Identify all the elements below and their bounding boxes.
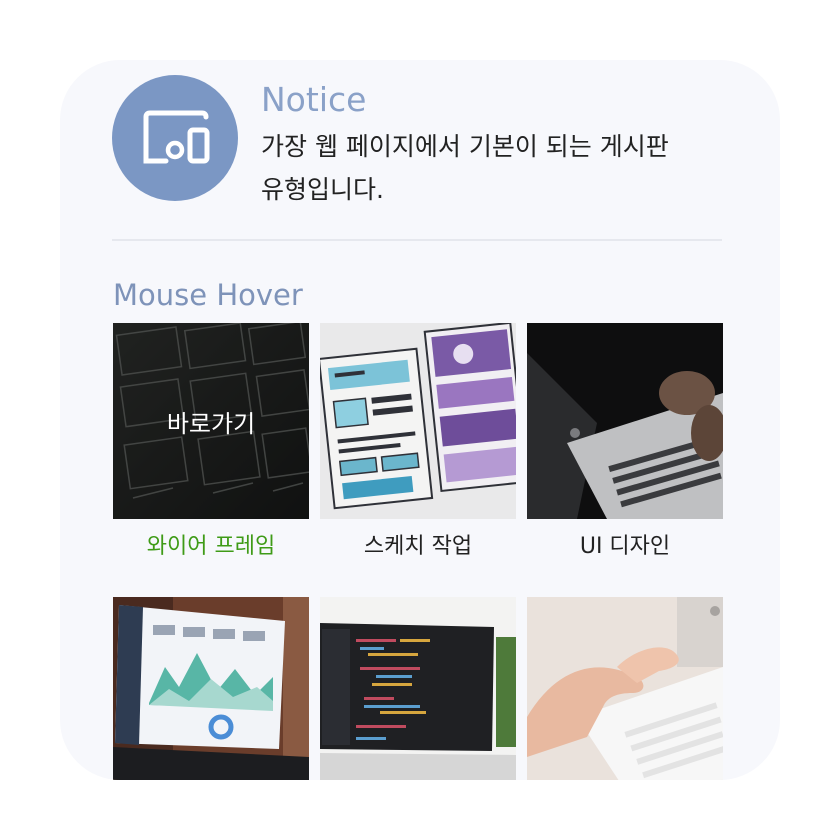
notice-description: 가장 웹 페이지에서 기본이 되는 게시판 유형입니다. [261,125,761,211]
wireframe-sketch-image: 바로가기 [113,323,309,519]
notice-icon-circle [112,75,238,201]
watercolor-sketch-image [320,323,516,519]
hover-overlay[interactable]: 바로가기 [113,323,309,519]
notice-description-line: 가장 웹 페이지에서 기본이 되는 게시판 [261,132,669,161]
tile-ui-design[interactable]: UI 디자인 [527,323,723,573]
tile-caption[interactable]: 스케치 작업 [320,532,516,562]
tile-caption[interactable]: 와이어 프레임 [113,532,309,562]
keyboard-typing-image [527,597,723,780]
devices-icon [143,110,210,164]
tile-dashboard[interactable] [113,597,309,780]
notice-description-line: 유형입니다. [261,175,384,204]
notice-card: Notice 가장 웹 페이지에서 기본이 되는 게시판 유형입니다. Mous… [60,60,780,780]
notice-title: Notice [261,80,367,119]
hover-link-label: 바로가기 [166,409,256,438]
tile-keyboard[interactable] [527,597,723,780]
tile-wireframe[interactable]: 바로가기 와이어 프레임 [113,323,309,573]
code-editor-laptop-image [320,597,516,780]
laptop-typing-image [527,323,723,519]
dashboard-laptop-image [113,597,309,780]
tile-caption[interactable]: UI 디자인 [527,532,723,562]
tile-code[interactable] [320,597,516,780]
tile-sketch[interactable]: 스케치 작업 [320,323,516,573]
divider [112,239,722,241]
section-title: Mouse Hover [113,278,303,312]
